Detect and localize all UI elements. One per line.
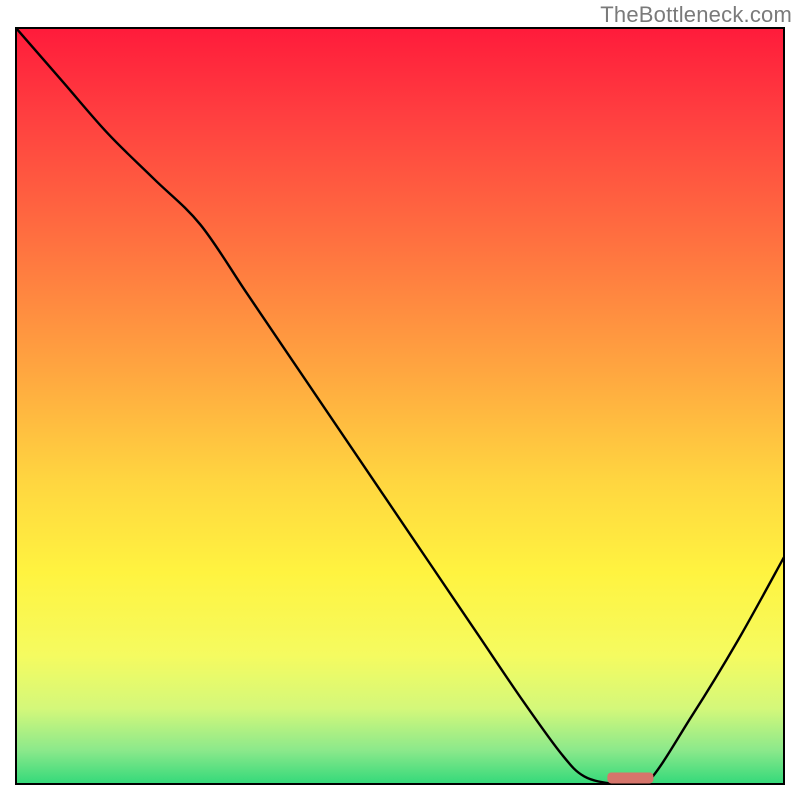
gradient-background (16, 28, 784, 784)
optimal-band-marker (607, 772, 653, 783)
chart-frame: TheBottleneck.com (0, 0, 800, 800)
watermark-text: TheBottleneck.com (600, 2, 792, 28)
plot-area (16, 28, 784, 789)
bottleneck-chart (0, 0, 800, 800)
